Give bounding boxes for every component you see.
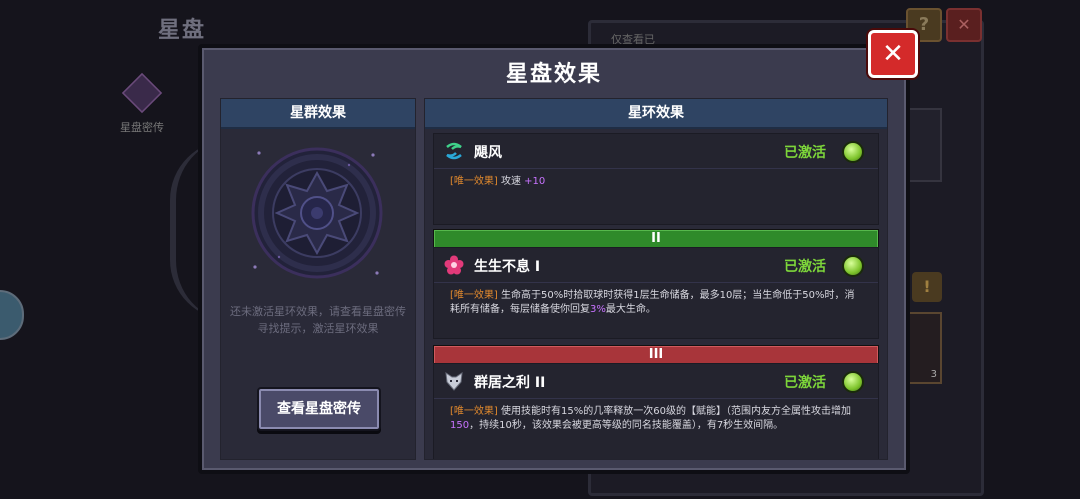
effect-status: 已激活 [784,259,826,275]
background-title: 星盘 [158,18,207,43]
effect-card-header: 群居之利 II 已激活 [434,364,878,399]
wolf-icon [445,371,463,391]
tier-divider-ii: II [433,229,879,249]
effect-card-header: 生生不息 I 已激活 [434,248,878,283]
view-star-secret-button[interactable]: 查看星盘密传 [257,387,381,431]
flower-icon [444,255,464,275]
whirlwind-icon [446,142,462,160]
constellation-hint-text: 还未激活星环效果，请查看星盘密传寻找提示，激活星环效果 [230,305,406,335]
unique-effect-tag: [唯一效果] [450,176,498,187]
tier-divider-iii: III [433,345,879,365]
effect-card: 生生不息 I 已激活 [唯一效果] 生命高于50%时拾取球时获得1层生命储备，最… [433,247,879,339]
constellation-effects-header: 星群效果 [221,99,415,129]
effect-name: 飓风 [474,145,502,161]
status-active-indicator [842,371,864,393]
side-tab-handle[interactable] [0,290,24,340]
effect-value: 3% [590,304,606,315]
star-disk-icon [121,72,163,114]
sidebar-item-label: 星盘密传 [120,121,164,134]
star-disk-effects-dialog: 星盘效果 星群效果 还未激活星环效果，请查看星盘密传寻找提示，激活星环效果 查看… [198,44,910,474]
star-disk-sigil-icon [251,147,383,279]
effect-text: 最大生命。 [605,304,656,315]
star-ring-effects-panel: 星环效果 飓风 已激活 [唯一效果] 攻速 +10 II 生生不息 I 已激活 … [424,98,888,460]
star-ring-effects-header: 星环效果 [425,99,887,129]
sidebar-item-star-secret[interactable]: 星盘密传 [116,72,168,135]
dialog-title: 星盘效果 [505,62,602,87]
effect-card: 群居之利 II 已激活 [唯一效果] 使用技能时有15%的几率释放一次60级的【… [433,363,879,459]
unique-effect-tag: [唯一效果] [450,290,498,301]
status-active-indicator [842,141,864,163]
effect-status: 已激活 [784,145,826,161]
alert-badge[interactable]: ! [912,272,942,302]
effect-text: ，持续10秒，该效果会被更高等级的同名技能覆盖），有7秒生效间隔。 [469,420,784,431]
item-count: 3 [930,369,937,380]
constellation-effects-panel: 星群效果 还未激活星环效果，请查看星盘密传寻找提示，激活星环效果 查看星盘密传 [220,98,416,460]
effect-value: 150 [450,420,470,431]
effect-name: 群居之利 II [474,375,546,391]
effect-description: [唯一效果] 攻速 +10 [434,169,878,189]
effect-status: 已激活 [784,375,826,391]
effect-text: 使用技能时有15%的几率释放一次60级的【赋能】（范围内友方全属性攻击增加 [497,406,851,417]
effect-description: [唯一效果] 使用技能时有15%的几率释放一次60级的【赋能】（范围内友方全属性… [434,399,878,433]
effect-text: 攻速 [497,176,525,187]
effect-description: [唯一效果] 生命高于50%时拾取球时获得1层生命储备，最多10层；当生命低于5… [434,283,878,317]
close-button[interactable]: ✕ [868,30,918,78]
effect-card-header: 飓风 已激活 [434,134,878,169]
background-close-button[interactable]: ✕ [946,8,982,42]
effect-card: 飓风 已激活 [唯一效果] 攻速 +10 [433,133,879,225]
effect-name: 生生不息 I [474,259,541,275]
status-active-indicator [842,255,864,277]
unique-effect-tag: [唯一效果] [450,406,498,417]
effect-value: +10 [524,176,546,187]
